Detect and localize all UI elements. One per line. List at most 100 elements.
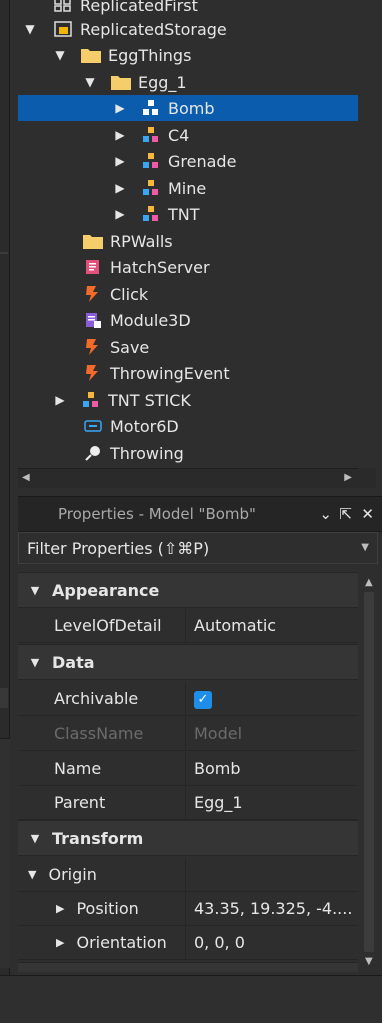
tree-item-tnt-stick[interactable]: ▶ TNT STICK bbox=[18, 387, 358, 413]
scroll-down-icon[interactable]: ▼ bbox=[365, 956, 373, 967]
dock-panel-edge bbox=[0, 738, 10, 968]
section-label: Data bbox=[52, 652, 95, 672]
property-row-origin[interactable]: ▼ Origin bbox=[18, 858, 358, 892]
tree-item-label: Bomb bbox=[168, 98, 215, 118]
section-label: Transform bbox=[52, 828, 144, 848]
undock-icon[interactable]: ⇱ bbox=[339, 505, 352, 523]
section-label: Appearance bbox=[52, 580, 160, 600]
collapsed-arrow-icon[interactable]: ▶ bbox=[112, 101, 128, 115]
section-next[interactable] bbox=[18, 962, 358, 972]
close-icon[interactable]: ✕ bbox=[361, 505, 374, 523]
property-value[interactable]: 0, 0, 0 bbox=[186, 933, 356, 952]
properties-vertical-scrollbar[interactable]: ▲ ▼ bbox=[360, 572, 378, 972]
property-row-position[interactable]: ▶ Position 43.35, 19.325, -4.... bbox=[18, 892, 358, 926]
explorer-horizontal-scrollbar[interactable]: ◀ ▶ bbox=[18, 468, 358, 488]
property-name: ▶ Position bbox=[18, 892, 186, 925]
property-value[interactable]: ✓ bbox=[186, 688, 356, 709]
property-row-parent[interactable]: Parent Egg_1 bbox=[18, 786, 358, 820]
filter-properties-field[interactable]: Filter Properties (⇧⌘P) ▼ bbox=[18, 532, 378, 564]
expanded-arrow-icon[interactable]: ▼ bbox=[82, 75, 98, 89]
scrollbar-thumb[interactable] bbox=[364, 592, 374, 952]
tree-item-motor6d[interactable]: Motor6D bbox=[18, 413, 358, 439]
collapsed-arrow-icon[interactable]: ▶ bbox=[56, 902, 64, 915]
property-name: ▶ Orientation bbox=[18, 926, 186, 959]
tree-item-egg-1[interactable]: ▼ Egg_1 bbox=[18, 69, 358, 95]
tree-item-save[interactable]: Save bbox=[18, 334, 358, 360]
dock-tab[interactable] bbox=[0, 688, 8, 708]
tree-item-label: ThrowingEvent bbox=[110, 363, 230, 383]
section-appearance[interactable]: ▼ Appearance bbox=[18, 572, 358, 608]
expanded-arrow-icon[interactable]: ▼ bbox=[28, 868, 36, 881]
bottom-bar bbox=[0, 975, 382, 1023]
property-row-name[interactable]: Name Bomb bbox=[18, 752, 358, 786]
tree-item-rpwalls[interactable]: RPWalls bbox=[18, 228, 358, 254]
property-value[interactable]: 43.35, 19.325, -4.... bbox=[186, 899, 356, 918]
expanded-arrow-icon[interactable]: ▼ bbox=[18, 656, 52, 669]
collapsed-arrow-icon[interactable]: ▶ bbox=[112, 154, 128, 168]
tree-item-label: Motor6D bbox=[110, 416, 179, 436]
property-value[interactable]: Egg_1 bbox=[186, 793, 356, 812]
replicated-storage-icon bbox=[52, 20, 74, 38]
tree-item-grenade[interactable]: ▶ Grenade bbox=[18, 148, 358, 174]
collapsed-arrow-icon[interactable]: ▶ bbox=[112, 181, 128, 195]
tree-item-bomb[interactable]: ▶ Bomb bbox=[18, 95, 358, 121]
chevron-down-icon[interactable]: ⌄ bbox=[319, 505, 332, 523]
tree-item-label: C4 bbox=[168, 125, 190, 145]
properties-title: Properties - Model "Bomb" bbox=[58, 505, 256, 523]
scrollbar-corner bbox=[358, 468, 376, 488]
tree-item-throwing[interactable]: Throwing bbox=[18, 440, 358, 466]
explorer-vertical-scrollbar[interactable] bbox=[358, 0, 376, 468]
tree-item-click[interactable]: Click bbox=[18, 281, 358, 307]
filter-properties-label: Filter Properties (⇧⌘P) bbox=[27, 538, 210, 558]
expanded-arrow-icon[interactable]: ▼ bbox=[18, 832, 52, 845]
scroll-up-icon[interactable]: ▲ bbox=[365, 577, 373, 588]
section-data[interactable]: ▼ Data bbox=[18, 644, 358, 680]
tree-item-module3d[interactable]: Module3D bbox=[18, 307, 358, 333]
expanded-arrow-icon[interactable]: ▼ bbox=[22, 22, 38, 36]
scroll-right-icon[interactable]: ▶ bbox=[344, 472, 352, 483]
properties-header: Properties - Model "Bomb" ⌄ ⇱ ✕ bbox=[18, 496, 382, 532]
script-icon bbox=[82, 258, 104, 276]
property-value[interactable]: Automatic bbox=[186, 616, 356, 635]
tree-item-c4[interactable]: ▶ C4 bbox=[18, 122, 358, 148]
tree-item-tnt[interactable]: ▶ TNT bbox=[18, 201, 358, 227]
property-name-text: Position bbox=[76, 899, 139, 918]
collapsed-arrow-icon[interactable]: ▶ bbox=[112, 128, 128, 142]
collapsed-arrow-icon[interactable]: ▶ bbox=[52, 393, 68, 407]
expanded-arrow-icon[interactable]: ▼ bbox=[52, 48, 68, 62]
model-icon bbox=[80, 391, 102, 409]
folder-icon bbox=[110, 73, 132, 91]
property-row-classname: ClassName Model bbox=[18, 717, 358, 751]
archivable-checkbox[interactable]: ✓ bbox=[194, 690, 212, 709]
tree-item-label: RPWalls bbox=[110, 231, 173, 251]
remote-event-icon bbox=[82, 285, 104, 303]
remote-event-icon bbox=[82, 364, 104, 382]
expanded-arrow-icon[interactable]: ▼ bbox=[18, 584, 52, 597]
collapsed-arrow-icon[interactable]: ▶ bbox=[56, 936, 64, 949]
collapsed-arrow-icon[interactable]: ▶ bbox=[112, 207, 128, 221]
property-row-levelofdetail[interactable]: LevelOfDetail Automatic bbox=[18, 609, 358, 643]
model-icon bbox=[140, 126, 162, 144]
property-name: Parent bbox=[18, 786, 186, 819]
tree-item-label: TNT bbox=[168, 204, 200, 224]
tree-item-label: Egg_1 bbox=[138, 72, 187, 92]
tree-item-hatchserver[interactable]: HatchServer bbox=[18, 254, 358, 280]
section-transform[interactable]: ▼ Transform bbox=[18, 820, 358, 856]
property-value[interactable]: Bomb bbox=[186, 759, 356, 778]
tree-item-throwingevent[interactable]: ThrowingEvent bbox=[18, 360, 358, 386]
tree-item-mine[interactable]: ▶ Mine bbox=[18, 175, 358, 201]
property-row-archivable[interactable]: Archivable ✓ bbox=[18, 682, 358, 716]
property-name-text: Orientation bbox=[76, 933, 167, 952]
scroll-left-icon[interactable]: ◀ bbox=[22, 472, 30, 483]
property-name-text: Origin bbox=[48, 865, 97, 884]
folder-icon bbox=[82, 232, 104, 250]
tree-item-eggthings[interactable]: ▼ EggThings bbox=[18, 42, 358, 68]
tree-item-replicatedstorage[interactable]: ▼ ReplicatedStorage bbox=[18, 16, 358, 42]
chevron-down-icon[interactable]: ▼ bbox=[361, 542, 369, 553]
property-name: Archivable bbox=[18, 682, 186, 715]
properties-table: ▼ Appearance LevelOfDetail Automatic ▼ D… bbox=[18, 572, 358, 972]
model-icon bbox=[140, 179, 162, 197]
property-row-orientation[interactable]: ▶ Orientation 0, 0, 0 bbox=[18, 926, 358, 960]
tree-item-label: Mine bbox=[168, 178, 207, 198]
tree-item-label: EggThings bbox=[108, 45, 192, 65]
